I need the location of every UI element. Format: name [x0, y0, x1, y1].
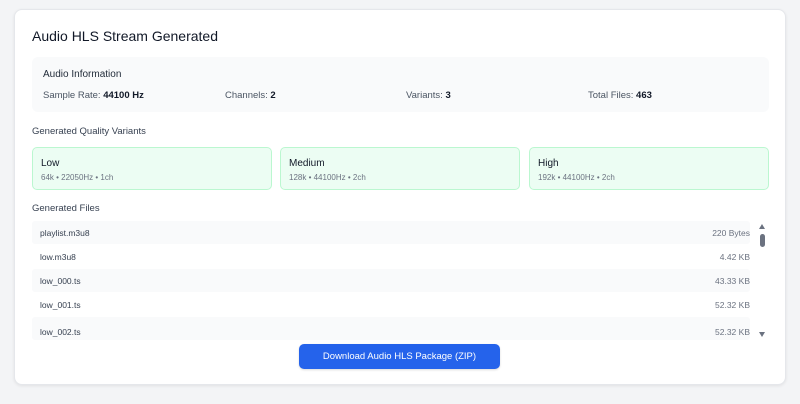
variant-detail: 64k • 22050Hz • 1ch	[41, 173, 114, 182]
files-scrollbar[interactable]	[756, 221, 770, 340]
variant-name: High	[538, 158, 559, 169]
variants-label: Variants:	[406, 90, 443, 101]
file-size: 220 Bytes	[712, 228, 750, 238]
audio-info-heading: Audio Information	[43, 69, 122, 80]
file-size: 52.32 KB	[715, 300, 750, 310]
file-name: low.m3u8	[40, 252, 76, 262]
file-name: low_002.ts	[40, 327, 81, 337]
sample-rate-info: Sample Rate: 44100 Hz	[43, 90, 144, 101]
variant-card-high: High 192k • 44100Hz • 2ch	[529, 147, 769, 190]
scroll-up-icon[interactable]	[759, 224, 765, 229]
file-name: low_001.ts	[40, 300, 81, 310]
variants-heading: Generated Quality Variants	[32, 126, 146, 137]
hls-result-card: Audio HLS Stream Generated Audio Informa…	[14, 9, 786, 385]
total-files-info: Total Files: 463	[588, 90, 652, 101]
variant-card-low: Low 64k • 22050Hz • 1ch	[32, 147, 272, 190]
file-name: low_000.ts	[40, 276, 81, 286]
scroll-down-icon[interactable]	[759, 332, 765, 337]
variant-name: Low	[41, 158, 60, 169]
generated-files-list[interactable]: playlist.m3u8 220 Bytes low.m3u8 4.42 KB…	[32, 221, 770, 340]
sample-rate-value: 44100 Hz	[103, 90, 144, 101]
file-row: low_002.ts 52.32 KB	[32, 317, 750, 340]
variant-card-medium: Medium 128k • 44100Hz • 2ch	[280, 147, 520, 190]
total-files-label: Total Files:	[588, 90, 634, 101]
files-heading: Generated Files	[32, 203, 100, 214]
file-row: low.m3u8 4.42 KB	[32, 245, 750, 268]
file-size: 43.33 KB	[715, 276, 750, 286]
channels-value: 2	[270, 90, 276, 101]
quality-variants: Low 64k • 22050Hz • 1ch Medium 128k • 44…	[32, 147, 770, 190]
variants-info: Variants: 3	[406, 90, 451, 101]
channels-label: Channels:	[225, 90, 268, 101]
download-zip-button[interactable]: Download Audio HLS Package (ZIP)	[299, 344, 500, 369]
file-name: playlist.m3u8	[40, 228, 90, 238]
file-size: 4.42 KB	[719, 252, 750, 262]
variants-value: 3	[445, 90, 451, 101]
file-size: 52.32 KB	[715, 327, 750, 337]
channels-info: Channels: 2	[225, 90, 276, 101]
scrollbar-thumb[interactable]	[760, 234, 765, 247]
file-row: low_000.ts 43.33 KB	[32, 269, 750, 292]
variant-name: Medium	[289, 158, 325, 169]
file-row: playlist.m3u8 220 Bytes	[32, 221, 750, 244]
total-files-value: 463	[636, 90, 652, 101]
variant-detail: 192k • 44100Hz • 2ch	[538, 173, 615, 182]
page-title: Audio HLS Stream Generated	[32, 28, 218, 44]
variant-detail: 128k • 44100Hz • 2ch	[289, 173, 366, 182]
file-row: low_001.ts 52.32 KB	[32, 293, 750, 316]
audio-info-panel: Audio Information Sample Rate: 44100 Hz …	[32, 57, 769, 112]
sample-rate-label: Sample Rate:	[43, 90, 101, 101]
